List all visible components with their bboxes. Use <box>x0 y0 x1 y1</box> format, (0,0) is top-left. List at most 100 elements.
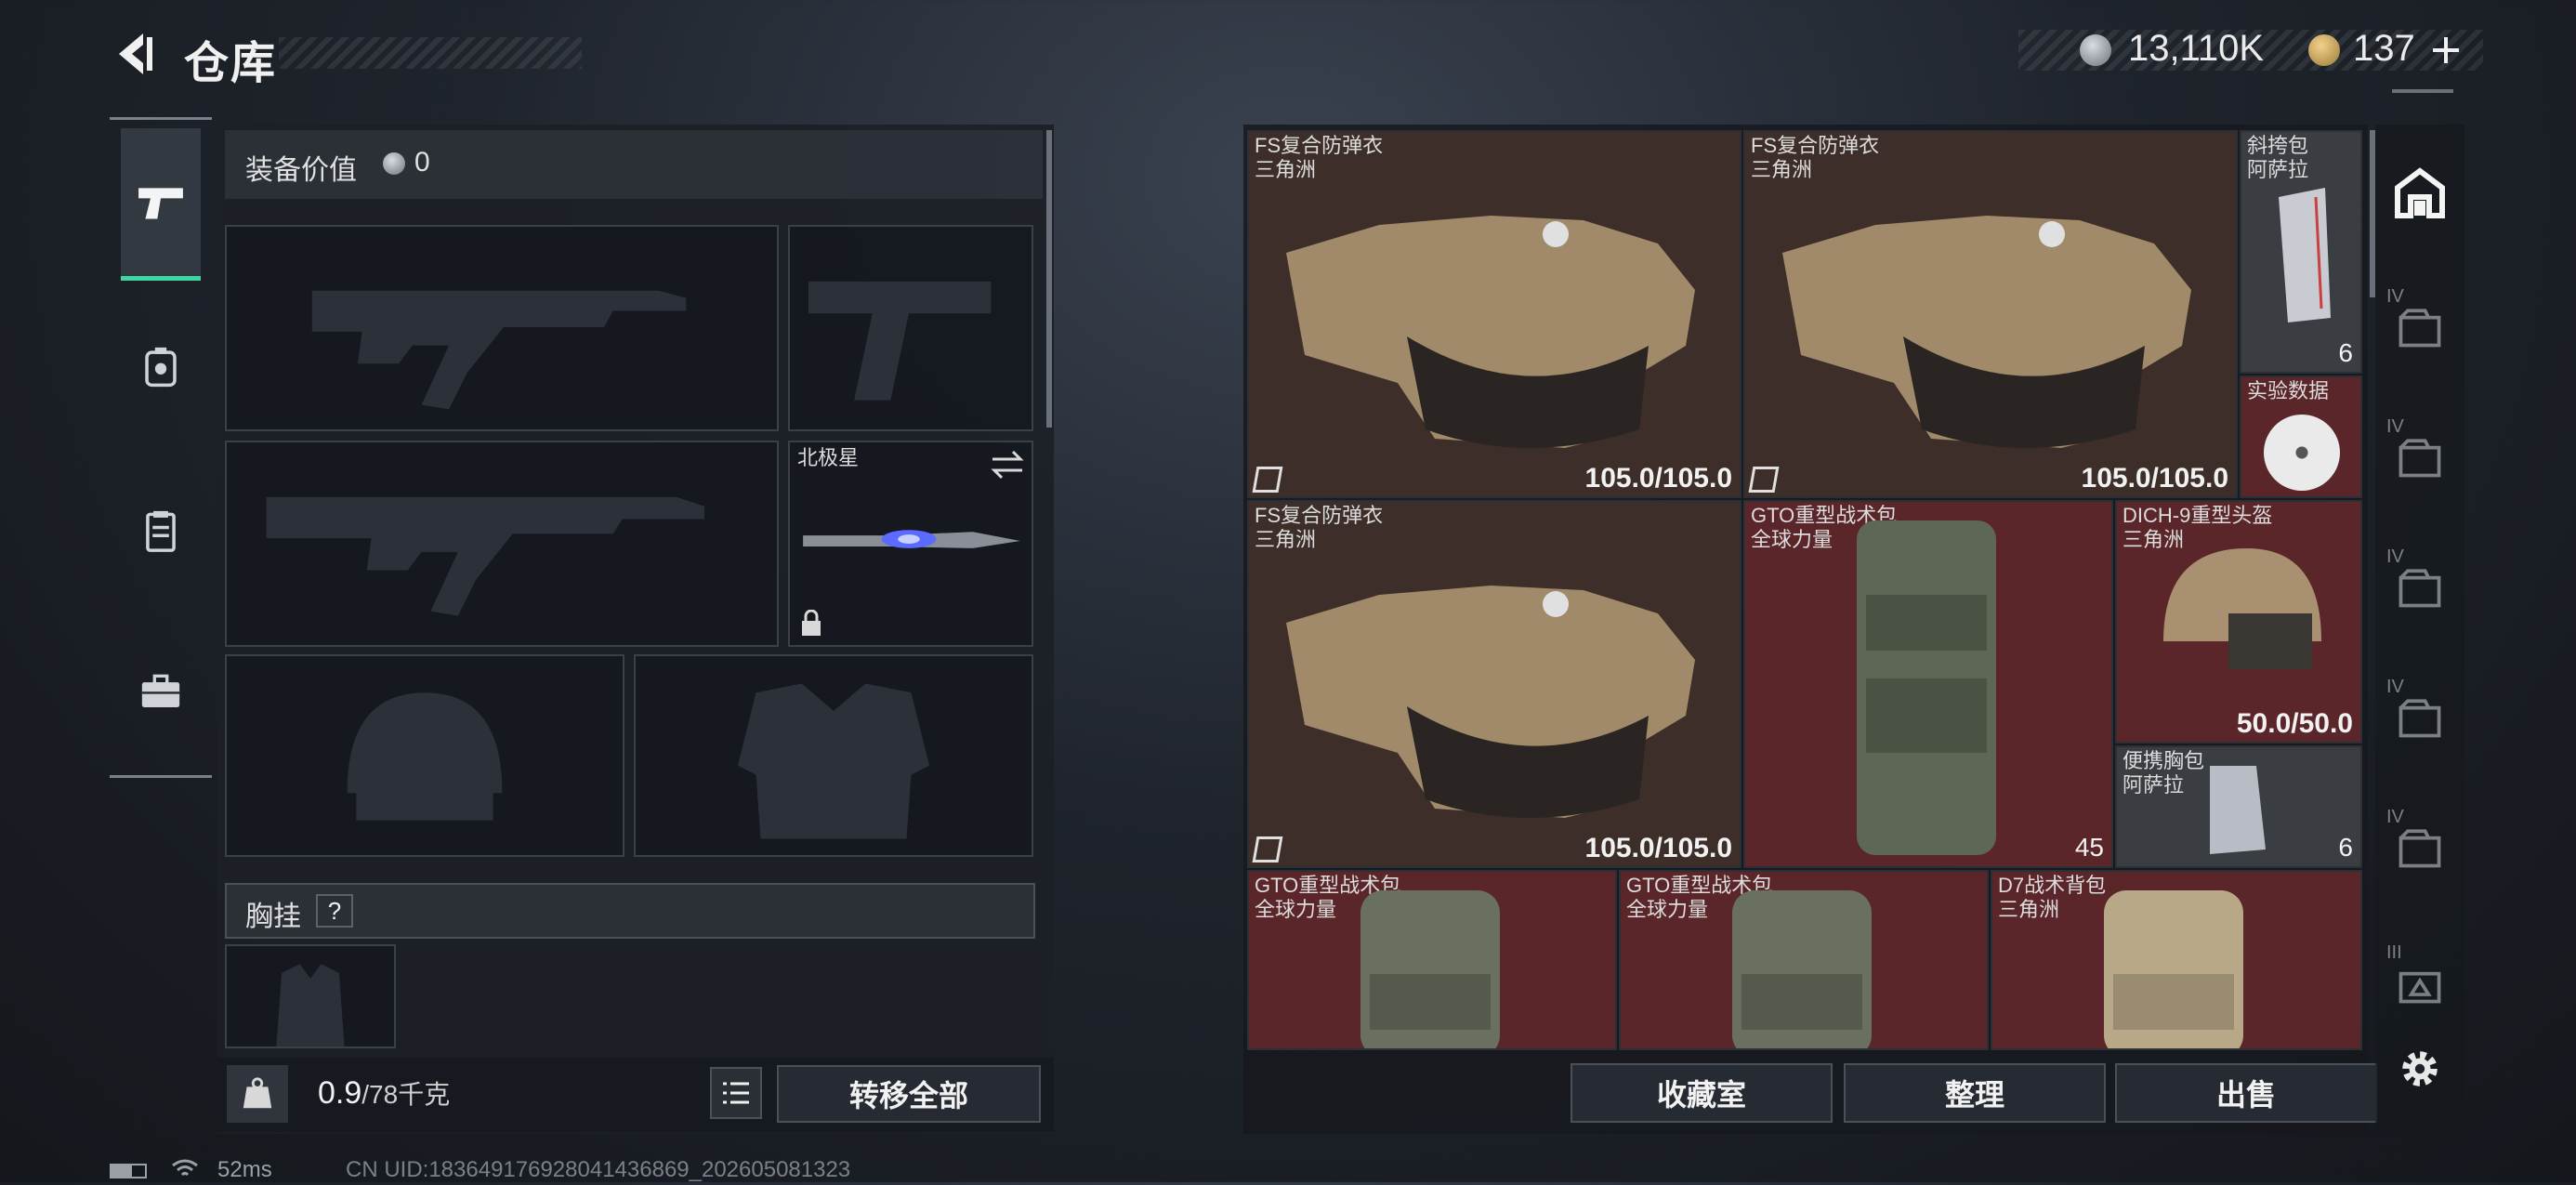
chest-rig-help-button[interactable]: ? <box>316 894 353 928</box>
container-icon <box>2399 699 2441 738</box>
ticket-amount: 137 <box>2353 28 2415 69</box>
backpack-icon <box>2104 890 2243 1048</box>
disc-icon <box>2264 415 2340 491</box>
body-armor-icon <box>1286 586 1695 818</box>
collection-button[interactable]: 收藏室 <box>1571 1063 1833 1123</box>
storage-tier-tab[interactable]: IV <box>2383 805 2457 889</box>
sort-button[interactable]: 整理 <box>1844 1063 2106 1123</box>
equipment-value: 0 <box>414 147 430 178</box>
storage-tier-tab[interactable]: IV <box>2383 545 2457 628</box>
pistol-icon <box>138 187 183 218</box>
tier-label: IV <box>2386 286 2404 307</box>
backpack-icon <box>1732 890 1872 1048</box>
list-icon <box>723 1082 749 1104</box>
armor-silhouette-icon <box>737 683 930 839</box>
left-scrollbar[interactable] <box>1046 130 1052 428</box>
sell-button[interactable]: 出售 <box>2115 1063 2377 1123</box>
container-icon <box>2399 829 2441 868</box>
settings-button[interactable] <box>2392 1041 2448 1097</box>
sling-bag-icon <box>2279 188 2331 323</box>
weight-capacity: /78千克 <box>361 1080 451 1109</box>
storage-tier-tab[interactable]: III <box>2383 941 2457 1024</box>
left-tab-bracket-bottom <box>110 775 212 778</box>
tab-armor[interactable] <box>121 316 201 418</box>
ticket-icon <box>2308 34 2340 66</box>
tab-case[interactable] <box>121 641 201 744</box>
body-armor-icon <box>1782 216 2191 448</box>
item-durability: 50.0/50.0 <box>2236 708 2353 739</box>
backpack-icon <box>1360 890 1500 1048</box>
helmet-slot[interactable] <box>225 654 624 857</box>
storage-grid: FS复合防弹衣 三角洲 105.0/105.0 FS复合防弹衣 三角洲 105.… <box>1247 130 2362 1050</box>
chest-rig-slot[interactable] <box>225 944 396 1048</box>
transfer-all-button[interactable]: 转移全部 <box>777 1065 1041 1123</box>
battery-icon <box>110 1164 147 1178</box>
item-cell[interactable]: GTO重型战术包 全球力量 45 <box>1743 500 2113 868</box>
gear-icon <box>2402 1051 2438 1086</box>
lock-icon <box>799 610 823 638</box>
item-cell[interactable]: DICH-9重型头盔 三角洲 50.0/50.0 <box>2115 500 2362 744</box>
tab-weapons[interactable] <box>121 128 201 281</box>
rifle-silhouette-icon <box>266 496 704 616</box>
container-icon <box>2399 309 2441 348</box>
item-durability: 105.0/105.0 <box>1584 463 1732 494</box>
tier-label: IV <box>2386 677 2404 697</box>
item-count: 6 <box>2338 833 2353 862</box>
item-cell[interactable]: D7战术背包 三角洲 <box>1991 870 2362 1050</box>
primary-weapon-slot[interactable] <box>225 225 779 431</box>
list-view-button[interactable] <box>710 1067 762 1119</box>
item-count: 45 <box>2074 833 2104 862</box>
tier-label: IV <box>2386 546 2404 567</box>
item-cell[interactable]: FS复合防弹衣 三角洲 105.0/105.0 <box>1743 130 2238 498</box>
rifle-silhouette-icon <box>311 290 687 410</box>
tab-vest[interactable] <box>121 480 201 582</box>
broken-frame-icon <box>1252 467 1283 493</box>
knife-icon <box>803 530 1020 548</box>
backpack-icon <box>1857 520 1996 855</box>
pistol-silhouette-icon <box>808 281 992 401</box>
item-cell[interactable]: 便携胸包 阿萨拉 6 <box>2115 745 2362 868</box>
rail-top-bar <box>2392 89 2453 93</box>
pistol-slot[interactable] <box>788 225 1033 431</box>
storage-tier-tab[interactable]: IV <box>2383 284 2457 368</box>
chest-pack-icon <box>2210 766 2266 854</box>
grid-scrollbar[interactable] <box>2370 130 2375 297</box>
current-weight: 0.9 <box>318 1075 362 1111</box>
title-stripe <box>279 37 582 69</box>
tier-label: IV <box>2386 807 2404 827</box>
warehouse-home-button[interactable] <box>2383 156 2457 230</box>
broken-frame-icon <box>1252 836 1283 862</box>
body-armor-slot[interactable] <box>634 654 1033 857</box>
knife-slot[interactable]: 北极星 <box>788 441 1033 647</box>
item-cell[interactable]: 实验数据 <box>2240 375 2362 498</box>
item-cell[interactable]: FS复合防弹衣 三角洲 105.0/105.0 <box>1247 500 1741 868</box>
secondary-weapon-slot[interactable] <box>225 441 779 647</box>
helmet-silhouette-icon <box>347 692 503 821</box>
armor-bag-icon <box>145 347 177 388</box>
tier-label: III <box>2386 942 2402 963</box>
tier-label: IV <box>2386 416 2404 437</box>
item-cell[interactable]: 斜挎包 阿萨拉 6 <box>2240 130 2362 374</box>
value-coin-icon <box>383 152 405 175</box>
storage-tier-tab[interactable]: IV <box>2383 415 2457 498</box>
chest-rig-label: 胸挂 <box>245 902 301 932</box>
item-name: 实验数据 <box>2247 379 2330 402</box>
plus-icon <box>2433 37 2459 63</box>
weight-icon <box>243 1077 272 1109</box>
item-cell[interactable]: FS复合防弹衣 三角洲 105.0/105.0 <box>1247 130 1741 498</box>
coin-amount: 13,110K <box>2128 28 2265 69</box>
equipment-value-label: 装备价值 <box>245 155 357 186</box>
item-cell[interactable]: GTO重型战术包 全球力量 <box>1619 870 1989 1050</box>
storage-tier-tab[interactable]: IV <box>2383 675 2457 758</box>
vest-icon <box>146 510 176 552</box>
body-armor-icon <box>1286 216 1695 448</box>
container-icon <box>2399 439 2441 478</box>
back-button[interactable] <box>108 28 160 80</box>
warehouse-icon <box>2395 167 2445 218</box>
coin-icon <box>2080 34 2111 66</box>
item-cell[interactable]: GTO重型战术包 全球力量 <box>1247 870 1617 1050</box>
ping-text: 52ms <box>217 1157 272 1182</box>
back-arrow-icon <box>119 33 152 74</box>
add-ticket-button[interactable] <box>2427 32 2464 69</box>
weight-readout: 0.9/78千克 <box>318 1074 450 1112</box>
